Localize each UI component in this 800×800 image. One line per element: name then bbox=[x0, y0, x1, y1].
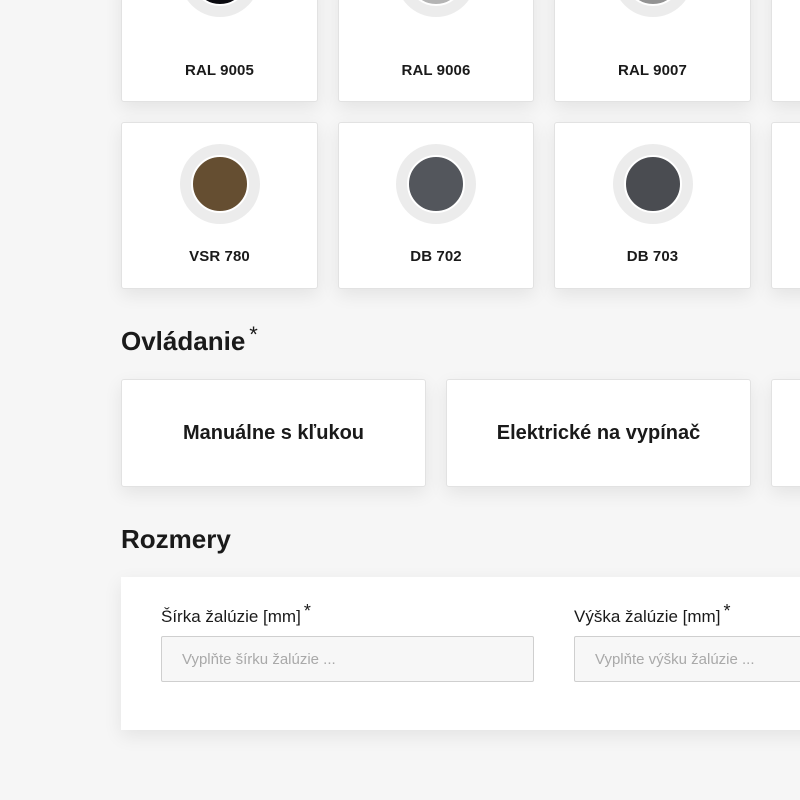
color-option-ral-9007[interactable]: RAL 9007 bbox=[554, 0, 751, 102]
color-option-ral-9006[interactable]: RAL 9006 bbox=[338, 0, 534, 102]
height-input[interactable] bbox=[574, 636, 800, 682]
color-option-partial[interactable] bbox=[771, 122, 800, 289]
color-label: VSR 780 bbox=[189, 248, 250, 265]
swatch-ring bbox=[179, 0, 260, 17]
swatch-ring bbox=[612, 144, 693, 224]
color-label: RAL 9005 bbox=[185, 62, 254, 79]
required-asterisk: * bbox=[723, 601, 731, 621]
control-option-manual-crank[interactable]: Manuálne s kľukou bbox=[121, 379, 426, 487]
color-label: DB 702 bbox=[410, 248, 462, 265]
color-option-partial[interactable] bbox=[771, 0, 800, 102]
color-swatch bbox=[407, 0, 465, 6]
control-option-partial[interactable] bbox=[771, 379, 800, 487]
height-field-label: Výška žalúzie [mm] * bbox=[574, 601, 730, 628]
control-option-electric-switch[interactable]: Elektrické na vypínač bbox=[446, 379, 751, 487]
dimensions-section-title: Rozmery bbox=[121, 524, 231, 554]
color-swatch bbox=[407, 155, 465, 213]
swatch-ring bbox=[612, 0, 693, 17]
color-label: RAL 9007 bbox=[618, 62, 687, 79]
width-label-text: Šírka žalúzie [mm] bbox=[161, 607, 301, 626]
color-swatch bbox=[623, 0, 682, 6]
controls-title-text: Ovládanie bbox=[121, 326, 246, 356]
control-option-label: Manuálne s kľukou bbox=[182, 421, 365, 444]
control-option-label: Elektrické na vypínač bbox=[496, 421, 701, 444]
color-swatch bbox=[190, 0, 249, 6]
color-option-vsr-780[interactable]: VSR 780 bbox=[121, 122, 318, 289]
dimensions-panel: Šírka žalúzie [mm]* Výška žalúzie [mm]* bbox=[121, 577, 800, 730]
color-label: RAL 9006 bbox=[401, 62, 471, 79]
swatch-ring bbox=[179, 144, 260, 224]
color-swatch bbox=[623, 155, 682, 213]
configurator-page: RAL 9005 RAL 9006 RAL 9007 VSR 780 DB 70… bbox=[0, 0, 800, 800]
height-label-text: Výška žalúzie [mm] bbox=[574, 607, 721, 626]
color-label: DB 703 bbox=[626, 248, 679, 265]
width-input[interactable] bbox=[161, 636, 534, 682]
required-asterisk: * bbox=[303, 601, 311, 621]
color-option-ral-9005[interactable]: RAL 9005 bbox=[121, 0, 318, 102]
swatch-ring bbox=[396, 0, 476, 17]
color-option-db-702[interactable]: DB 702 bbox=[338, 122, 534, 289]
controls-section-title: Ovládanie * bbox=[121, 322, 258, 357]
color-option-db-703[interactable]: DB 703 bbox=[554, 122, 751, 289]
swatch-ring bbox=[396, 144, 476, 224]
required-asterisk: * bbox=[249, 322, 258, 347]
width-field-label: Šírka žalúzie [mm] * bbox=[161, 601, 311, 628]
color-swatch bbox=[190, 155, 249, 213]
